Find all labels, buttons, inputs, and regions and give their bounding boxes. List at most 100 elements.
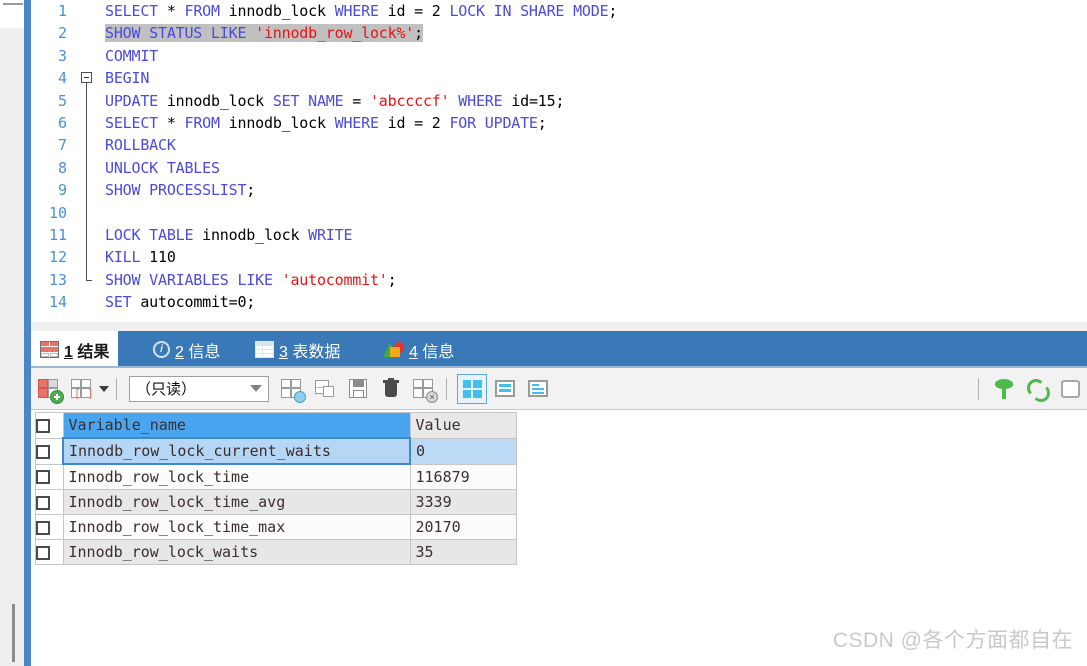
delete-record-button[interactable] — [376, 374, 406, 404]
tab-4[interactable]: 4 信息 — [374, 331, 463, 368]
row-select-cell[interactable] — [35, 437, 64, 465]
text-view-button[interactable] — [523, 374, 553, 404]
code-line: 10 — [31, 202, 1087, 224]
duplicate-record-button[interactable] — [310, 374, 340, 404]
code-text[interactable]: SHOW VARIABLES LIKE 'autocommit'; — [105, 269, 397, 291]
duplicate-record-icon — [315, 379, 334, 398]
cell-value[interactable]: 0 — [409, 437, 517, 465]
chart-pie-icon — [383, 341, 404, 358]
code-text[interactable]: COMMIT — [105, 45, 158, 67]
code-token: SHOW VARIABLES LIKE — [105, 270, 273, 289]
record-mode-select[interactable]: （只读） — [129, 375, 269, 402]
row-checkbox[interactable] — [36, 444, 50, 459]
cell-variable-name[interactable]: Innodb_row_lock_time — [62, 463, 411, 490]
row-select-cell[interactable] — [35, 463, 64, 490]
column-header-variable-name[interactable]: Variable_name — [62, 412, 411, 439]
code-text[interactable]: SELECT * FROM innodb_lock WHERE id = 2 F… — [105, 112, 547, 134]
results-left-accent-bar — [24, 331, 31, 666]
table-row[interactable]: Innodb_row_lock_current_waits 0 — [35, 437, 517, 465]
brackets-badge-icon: [ ] — [74, 386, 94, 400]
form-view-button[interactable] — [490, 374, 520, 404]
code-token: FOR UPDATE — [449, 113, 538, 132]
refresh-button[interactable] — [1022, 374, 1052, 404]
select-all-cell[interactable] — [35, 412, 64, 439]
tab-1[interactable]: 1 结果 — [31, 331, 119, 368]
code-text[interactable]: BEGIN — [105, 67, 149, 89]
table-header-row: Variable_name Value — [35, 412, 517, 439]
fold-collapse-icon[interactable] — [81, 72, 92, 84]
table-row[interactable]: Innodb_row_lock_time_avg 3339 — [35, 489, 517, 515]
row-checkbox[interactable] — [36, 470, 50, 485]
code-line: 5 UPDATE innodb_lock SET NAME = 'abccccf'… — [31, 90, 1087, 112]
code-text[interactable]: KILL 110 — [105, 246, 176, 268]
left-gutter-panel — [0, 28, 24, 666]
row-select-cell[interactable] — [35, 489, 64, 515]
code-token: ; — [387, 270, 397, 289]
export-wizard-button[interactable] — [277, 374, 307, 404]
tab-2[interactable]: i2 信息 — [144, 331, 229, 368]
insert-record-dropdown-caret[interactable] — [99, 385, 109, 392]
result-grid[interactable]: Variable_name Value Innodb_row_lock_curr… — [35, 412, 517, 565]
tab-text: 信息 — [422, 343, 455, 361]
code-line: 3 COMMIT — [31, 45, 1087, 67]
code-text[interactable]: UPDATE innodb_lock SET NAME = 'abccccf' … — [105, 90, 564, 112]
row-checkbox[interactable] — [36, 495, 50, 510]
code-text[interactable]: LOCK TABLE innodb_lock WRITE — [105, 224, 352, 246]
code-text[interactable]: SELECT * FROM innodb_lock WHERE id = 2 L… — [105, 0, 617, 22]
sql-editor[interactable]: 1 SELECT * FROM innodb_lock WHERE id = 2 … — [31, 0, 1087, 322]
code-text[interactable]: SHOW PROCESSLIST; — [105, 179, 255, 201]
line-number: 2 — [57, 24, 67, 43]
floppy-save-icon — [349, 378, 367, 398]
table-row[interactable]: Innodb_row_lock_time_max 20170 — [35, 514, 517, 540]
row-select-cell[interactable] — [35, 539, 64, 565]
cell-value[interactable]: 3339 — [409, 489, 517, 515]
tab-number: 4 — [409, 343, 418, 361]
add-badge-icon — [294, 390, 306, 403]
save-button[interactable] — [343, 374, 373, 404]
apply-changes-button[interactable] — [34, 374, 64, 404]
table-row[interactable]: Innodb_row_lock_waits 35 — [35, 539, 517, 565]
code-token: KILL — [105, 248, 141, 267]
result-grid-head: Variable_name Value — [35, 412, 517, 439]
code-token: ; — [608, 2, 618, 20]
code-text[interactable]: SHOW STATUS LIKE 'innodb_row_lock%'; — [105, 22, 423, 44]
panel-resize-handle[interactable] — [12, 604, 15, 662]
row-checkbox[interactable] — [36, 545, 50, 560]
code-token: innodb_lock — [193, 225, 309, 244]
code-token: UPDATE — [105, 91, 158, 110]
line-number: 1 — [57, 2, 67, 20]
line-number: 12 — [48, 248, 67, 267]
code-text[interactable]: SET autocommit=0; — [105, 291, 255, 313]
stop-button[interactable] — [1055, 374, 1085, 404]
tab-3[interactable]: 3 表数据 — [246, 331, 349, 368]
cell-variable-name[interactable]: Innodb_row_lock_waits — [62, 539, 411, 565]
code-token: COMMIT — [105, 46, 158, 65]
cell-value[interactable]: 20170 — [409, 514, 517, 540]
grid-view-button[interactable] — [457, 373, 487, 404]
filter-button[interactable] — [989, 374, 1019, 404]
select-all-checkbox[interactable] — [36, 418, 50, 433]
code-text[interactable]: UNLOCK TABLES — [105, 157, 220, 179]
line-number: 10 — [48, 203, 67, 222]
code-token: WHERE — [334, 2, 379, 20]
table-row[interactable]: Innodb_row_lock_time 116879 — [35, 463, 517, 490]
cancel-changes-button[interactable]: × — [409, 374, 439, 404]
code-line: 13 SHOW VARIABLES LIKE 'autocommit'; — [31, 269, 1087, 291]
column-header-value[interactable]: Value — [409, 412, 517, 439]
code-token: WHERE — [334, 113, 379, 132]
cell-variable-name[interactable]: Innodb_row_lock_current_waits — [62, 437, 411, 465]
code-token: FROM — [184, 113, 221, 132]
insert-record-button[interactable]: [ ] — [67, 374, 97, 404]
line-number: 8 — [57, 158, 67, 177]
fold-range-line — [86, 83, 87, 280]
cell-variable-name[interactable]: Innodb_row_lock_time_avg — [62, 489, 411, 515]
plus-badge-icon — [50, 389, 64, 404]
row-select-cell[interactable] — [35, 514, 64, 540]
line-number: 13 — [48, 270, 67, 289]
cell-variable-name[interactable]: Innodb_row_lock_time_max — [62, 514, 411, 540]
code-text[interactable]: ROLLBACK — [105, 134, 176, 156]
row-checkbox[interactable] — [36, 520, 50, 535]
cell-value[interactable]: 116879 — [409, 463, 517, 490]
cell-value[interactable]: 35 — [409, 539, 517, 565]
